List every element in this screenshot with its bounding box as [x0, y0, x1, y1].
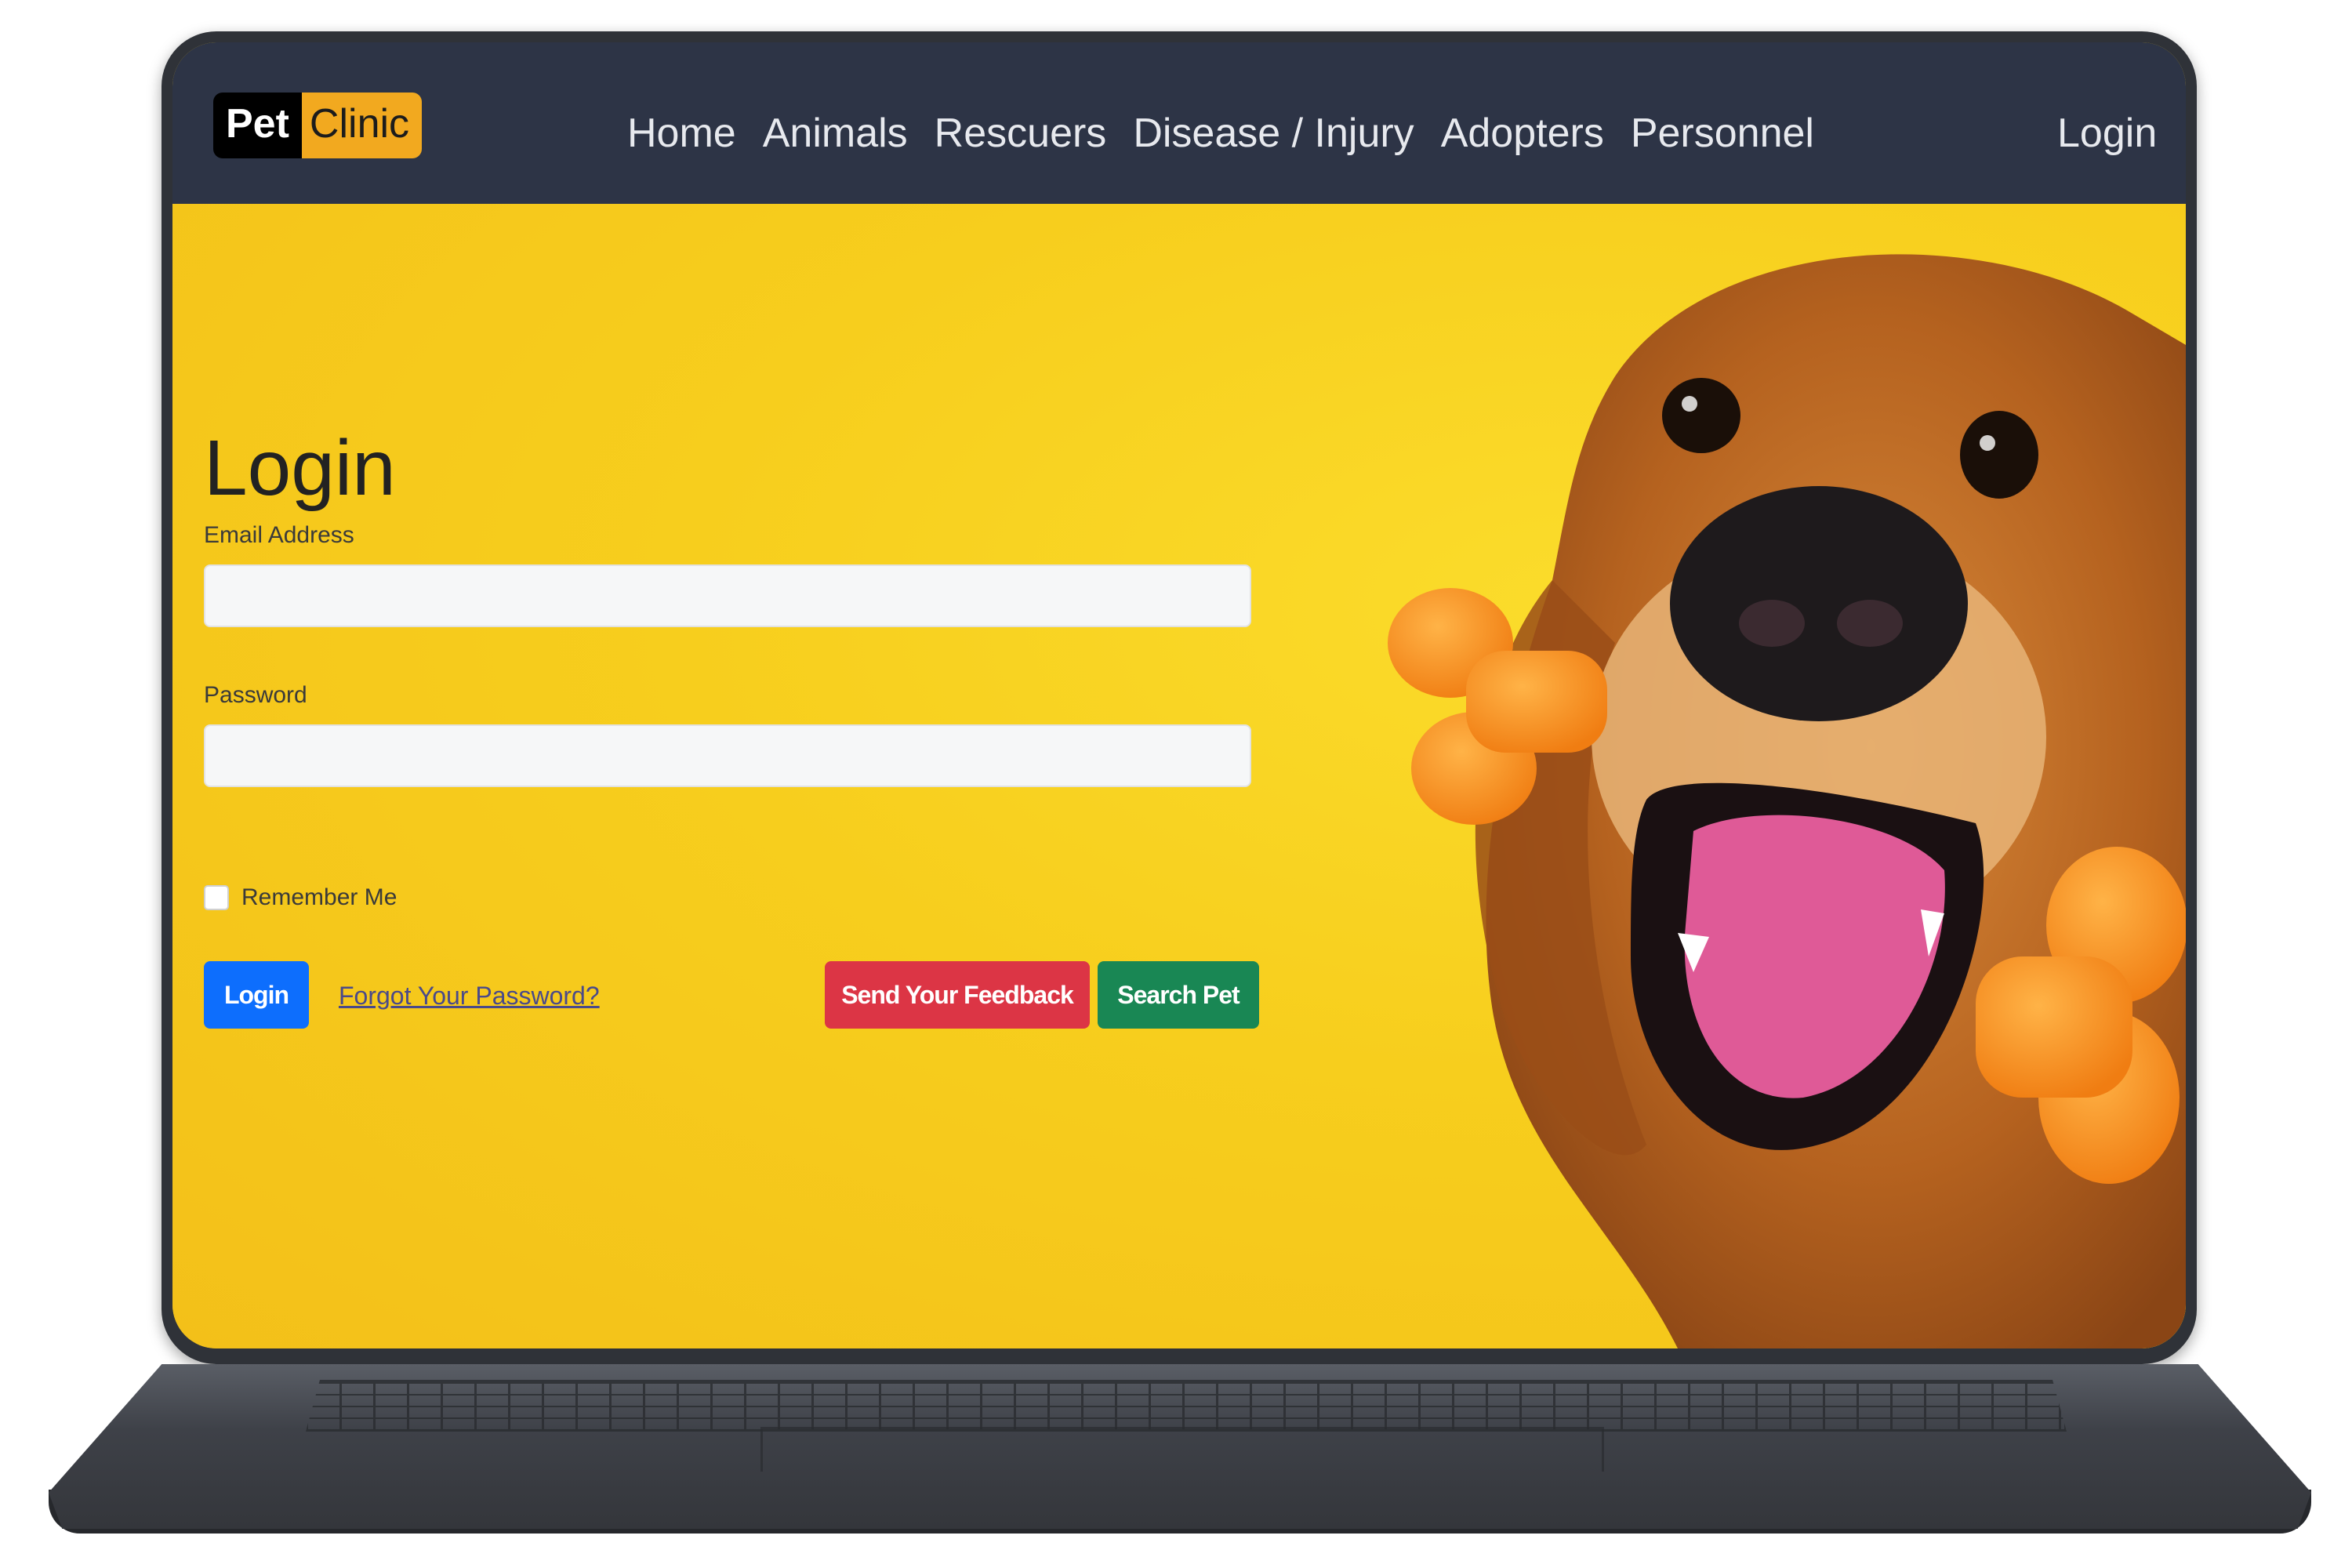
nav-disease-injury[interactable]: Disease / Injury: [1133, 110, 1414, 157]
nav-home[interactable]: Home: [627, 110, 736, 157]
dog-hero-image: [1388, 254, 2186, 1348]
password-label: Password: [204, 682, 307, 708]
laptop-keyboard: [306, 1380, 2067, 1432]
nav-adopters[interactable]: Adopters: [1441, 110, 1604, 157]
laptop-trackpad: [760, 1427, 1604, 1472]
nav-register-partial[interactable]: R: [2183, 110, 2186, 157]
brand-clinic-text: Clinic: [301, 93, 423, 158]
nav-rescuers[interactable]: Rescuers: [935, 110, 1107, 157]
login-button[interactable]: Login: [204, 961, 309, 1029]
nav-personnel[interactable]: Personnel: [1631, 110, 1814, 157]
laptop-screen: Pet Clinic Home Animals Rescuers Disease…: [172, 42, 2186, 1348]
nav-animals[interactable]: Animals: [763, 110, 908, 157]
email-input[interactable]: [204, 564, 1251, 627]
nav-login[interactable]: Login: [2057, 110, 2157, 157]
brand-pet-text: Pet: [213, 93, 302, 158]
email-label: Email Address: [204, 522, 354, 548]
remember-label: Remember Me: [241, 884, 397, 910]
forgot-password-link[interactable]: Forgot Your Password?: [339, 982, 600, 1011]
login-heading: Login: [204, 424, 396, 512]
nav-links: Home Animals Rescuers Disease / Injury A…: [627, 110, 1814, 157]
send-feedback-button[interactable]: Send Your Feedback: [825, 961, 1090, 1029]
remember-me: Remember Me: [204, 884, 397, 911]
remember-checkbox[interactable]: [204, 885, 229, 910]
search-pet-button[interactable]: Search Pet: [1098, 961, 1259, 1029]
password-input[interactable]: [204, 724, 1251, 787]
nav-right: Login R: [2057, 110, 2186, 157]
top-navbar: Pet Clinic Home Animals Rescuers Disease…: [172, 42, 2186, 204]
brand-logo[interactable]: Pet Clinic: [213, 93, 423, 158]
laptop-lid: Pet Clinic Home Animals Rescuers Disease…: [162, 31, 2197, 1364]
